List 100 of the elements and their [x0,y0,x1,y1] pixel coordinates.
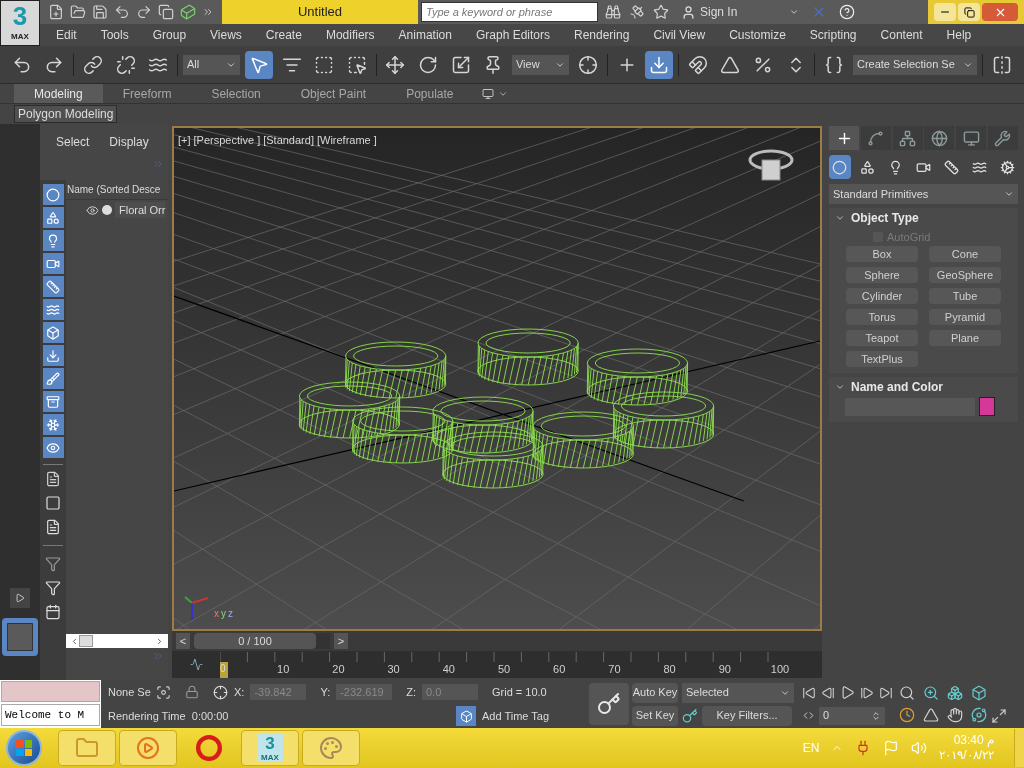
viewport-label[interactable]: [Standard] [263,132,314,149]
search-field[interactable]: Type a keyword or phrase [421,2,598,22]
geometry-category-button[interactable] [829,155,851,179]
primitive-button[interactable]: Sphere [846,267,918,283]
frame-number: 30 [387,662,400,677]
expand-icon [152,650,164,662]
primitive-button[interactable]: Cylinder [846,288,918,304]
script-listener-field[interactable] [1,681,100,702]
menu-item[interactable]: Tools [100,26,129,44]
menu-item[interactable]: Content [880,26,923,44]
menu-item[interactable]: Graph Editors [475,26,550,44]
primitive-button[interactable]: TextPlus [846,351,918,367]
explorer-tab[interactable]: Select [56,133,90,151]
previous-frame-button[interactable]: < [176,633,190,649]
ribbon-panel-label[interactable]: Polygon Modeling [14,105,118,123]
menu-item[interactable]: Customize [729,26,786,44]
selection-status: None Se [108,684,150,700]
menu-item[interactable]: Create [265,26,302,44]
brush-filter-icon[interactable] [42,368,64,389]
motion-tab[interactable] [924,126,955,150]
viewport-layout-button[interactable] [2,618,38,656]
unlink-icon [115,54,136,75]
window-crossing-icon [346,54,367,75]
spinner-icon[interactable] [871,710,881,721]
display-tab[interactable] [956,126,987,150]
primitive-button[interactable]: Plane [929,330,1001,346]
toolbar-dropdown[interactable]: All [182,54,241,75]
ribbon-tab[interactable]: Populate [386,84,474,103]
ribbon-tab[interactable]: Selection [191,84,281,103]
color-swatch[interactable] [979,397,995,416]
modify-tab[interactable] [860,126,891,150]
select-object-button[interactable] [245,50,273,79]
primitive-button[interactable]: Box [846,246,918,262]
ribbon-tab[interactable]: Freeform [102,84,192,103]
viewport-label[interactable]: [+] [178,132,191,149]
toolbar-dropdown[interactable]: View [511,54,570,75]
script-output-field[interactable]: Welcome to M [1,704,100,726]
restore-button[interactable] [958,3,980,21]
primitive-button[interactable]: Tube [929,288,1001,304]
next-frame-button[interactable]: > [334,633,348,649]
category-dropdown[interactable]: Standard Primitives [829,184,1018,204]
menu-item[interactable]: Animation [398,26,452,44]
menu-item[interactable]: Group [152,26,187,44]
set-key-mode-button[interactable]: Set Key [632,705,678,726]
camera-filter-icon[interactable] [42,253,64,274]
column-header[interactable]: Name (Sorted Desce [66,180,168,200]
start-button[interactable] [6,730,42,766]
ribbon-tab[interactable]: Modeling [14,84,103,103]
menu-item[interactable]: Modifiers [325,26,375,44]
collapse-icon[interactable] [835,213,845,223]
current-frame-field[interactable]: 0 [819,706,885,725]
menu-item[interactable]: Edit [56,26,77,44]
primitive-button[interactable]: Cone [929,246,1001,262]
toolbar-dropdown[interactable]: Create Selection Se [852,54,978,75]
light-bulb-filter-icon[interactable] [42,230,64,251]
scroll-left-icon[interactable] [70,636,79,646]
viewport-label[interactable]: [Perspective ] [193,132,261,149]
create-tab[interactable] [829,126,859,150]
max-logo[interactable]: 3 MAX [0,0,40,46]
key-mode-toggle-icon [802,709,815,722]
taskbar-app[interactable]: 3 MAX [241,730,299,766]
primitive-button[interactable]: Teapot [846,330,918,346]
menu-item[interactable]: Help [946,26,972,44]
rollout-title[interactable]: Object Type [851,209,919,227]
box-filter-icon[interactable] [42,322,64,343]
key-filters-button[interactable]: Key Filters... [702,705,792,726]
snowflake-filter-icon[interactable] [42,414,64,435]
primitive-button[interactable]: GeoSphere [929,267,1001,283]
horizontal-scrollbar[interactable] [66,634,168,648]
waves-filter-icon[interactable] [42,299,64,320]
viewport-label[interactable]: [Wireframe ] [316,132,377,149]
scene-object[interactable]: Floral Orr [115,201,166,219]
collapse-icon[interactable] [835,382,845,392]
expand-button[interactable] [10,588,30,608]
set-key-button[interactable] [589,683,629,725]
auto-key-button[interactable]: Auto Key [632,682,678,703]
scroll-right-icon[interactable] [155,636,164,646]
menu-item[interactable]: Scripting [809,26,857,44]
menu-item[interactable]: Views [210,26,242,44]
frame-number: 40 [442,662,455,677]
key-mode-dropdown[interactable]: Selected [682,682,794,703]
sphere-filter-icon[interactable] [42,184,64,205]
archive-filter-icon[interactable] [42,391,64,412]
menu-item[interactable]: Civil View [653,26,706,44]
shapes-filter-icon[interactable] [42,207,64,228]
ribbon-tab[interactable]: Object Paint [280,84,387,103]
eye-filter-icon[interactable] [42,437,64,458]
add-time-tag-link[interactable]: Add Time Tag [482,707,550,725]
primitive-button[interactable]: Pyramid [929,309,1001,325]
primitive-button[interactable]: Torus [846,309,918,325]
menu-item[interactable]: Rendering [574,26,630,44]
hierarchy-tab[interactable] [892,126,923,150]
ruler-filter-icon[interactable] [42,276,64,297]
minimize-button[interactable] [934,3,956,21]
explorer-tab[interactable]: Display [109,133,149,151]
rollout-title[interactable]: Name and Color [851,378,943,396]
wireframe-model-drawing[interactable] [298,328,715,489]
scroll-thumb[interactable] [79,635,93,647]
sign-in-button[interactable]: Sign In [681,3,799,21]
utilities-tab[interactable] [988,126,1018,150]
